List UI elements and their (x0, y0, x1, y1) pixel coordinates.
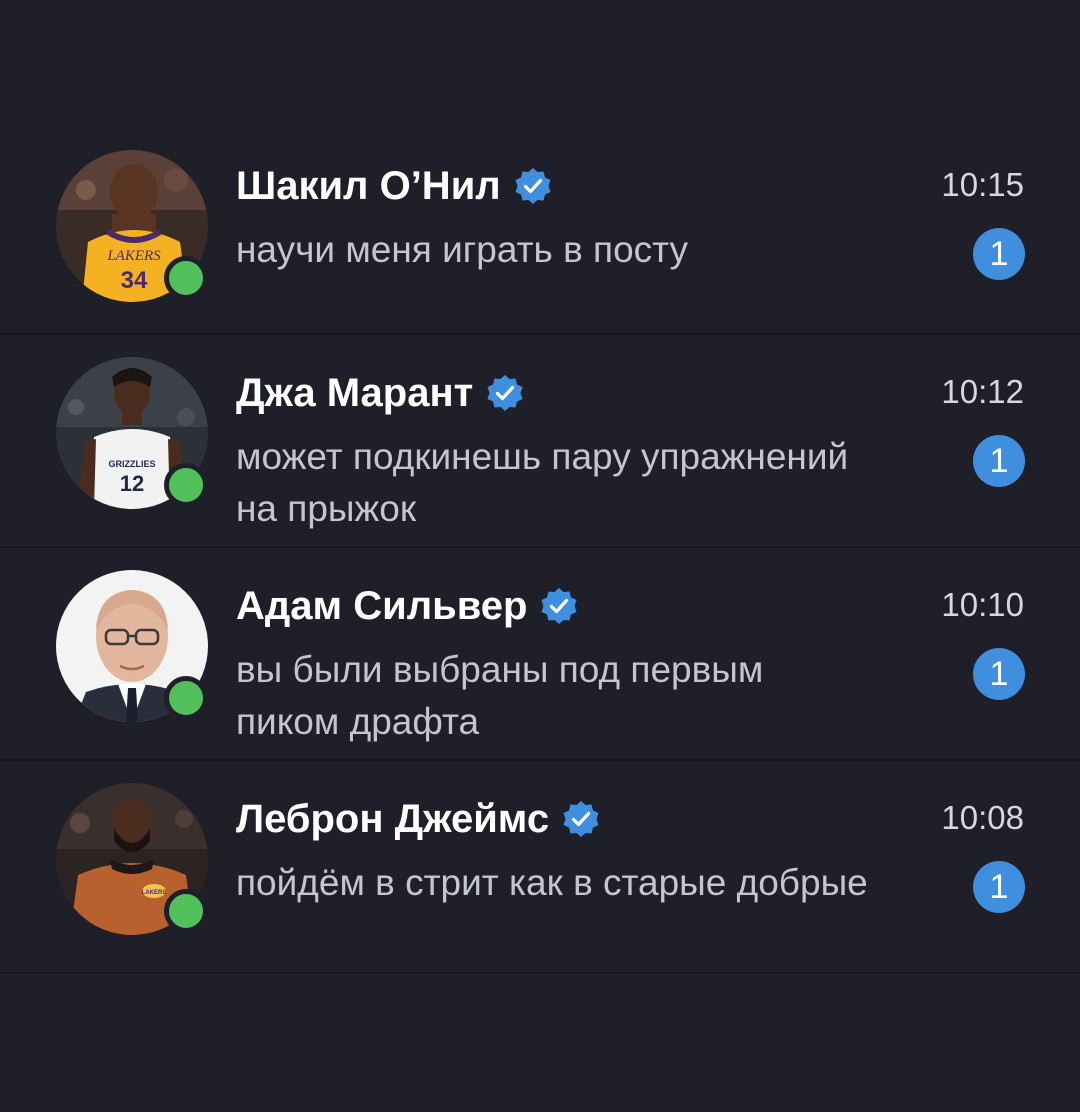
chat-item-shaquille[interactable]: LAKERS 34 Шакил О’Нил научи меня играть … (0, 128, 1080, 335)
jersey-number: 12 (120, 471, 144, 496)
contact-name: Джа Марант (236, 370, 474, 415)
avatar-wrap (56, 570, 208, 722)
unread-count-badge: 1 (973, 648, 1025, 700)
contact-name: Шакил О’Нил (236, 163, 501, 208)
online-indicator (164, 256, 208, 300)
online-indicator (164, 463, 208, 507)
unread-count-badge: 1 (973, 861, 1025, 913)
message-preview: может подкинешь пару упражнений на прыжо… (236, 436, 849, 529)
verified-badge-icon (541, 588, 577, 624)
chat-list: LAKERS 34 Шакил О’Нил научи меня играть … (0, 128, 1080, 974)
message-time: 10:12 (941, 373, 1024, 410)
verified-badge-icon (515, 168, 551, 204)
jersey-text: GRIZZLIES (109, 459, 156, 469)
unread-count-badge: 1 (973, 435, 1025, 487)
online-indicator (164, 889, 208, 933)
message-preview: вы были выбраны под первым пиком драфта (236, 649, 764, 742)
chat-item-adam-silver[interactable]: Адам Сильвер вы были выбраны под первым … (0, 548, 1080, 761)
contact-name: Адам Сильвер (236, 583, 528, 628)
chat-item-lebron-james[interactable]: LAKERS Леброн Джеймс пойдём в стрит как … (0, 761, 1080, 974)
unread-count-badge: 1 (973, 228, 1025, 280)
avatar-wrap: LAKERS (56, 783, 208, 935)
name-row: Адам Сильвер (236, 578, 579, 634)
contact-name: Леброн Джеймс (236, 796, 550, 841)
avatar-wrap: LAKERS 34 (56, 150, 208, 302)
chat-item-ja-morant[interactable]: GRIZZLIES 12 Джа Марант может подкинешь … (0, 335, 1080, 548)
avatar-wrap: GRIZZLIES 12 (56, 357, 208, 509)
message-time: 10:15 (941, 166, 1024, 203)
jersey-text: LAKERS (106, 248, 161, 264)
message-preview: пойдём в стрит как в старые добрые (236, 862, 868, 903)
verified-badge-icon (487, 375, 523, 411)
online-indicator (164, 676, 208, 720)
logo-text: LAKERS (142, 890, 167, 896)
message-time: 10:10 (941, 586, 1024, 623)
message-time: 10:08 (941, 799, 1024, 836)
message-preview: научи меня играть в посту (236, 229, 689, 270)
name-row: Джа Марант (236, 365, 525, 421)
verified-badge-icon (563, 801, 599, 837)
name-row: Леброн Джеймс (236, 791, 601, 847)
name-row: Шакил О’Нил (236, 158, 553, 214)
jersey-number: 34 (121, 267, 148, 294)
